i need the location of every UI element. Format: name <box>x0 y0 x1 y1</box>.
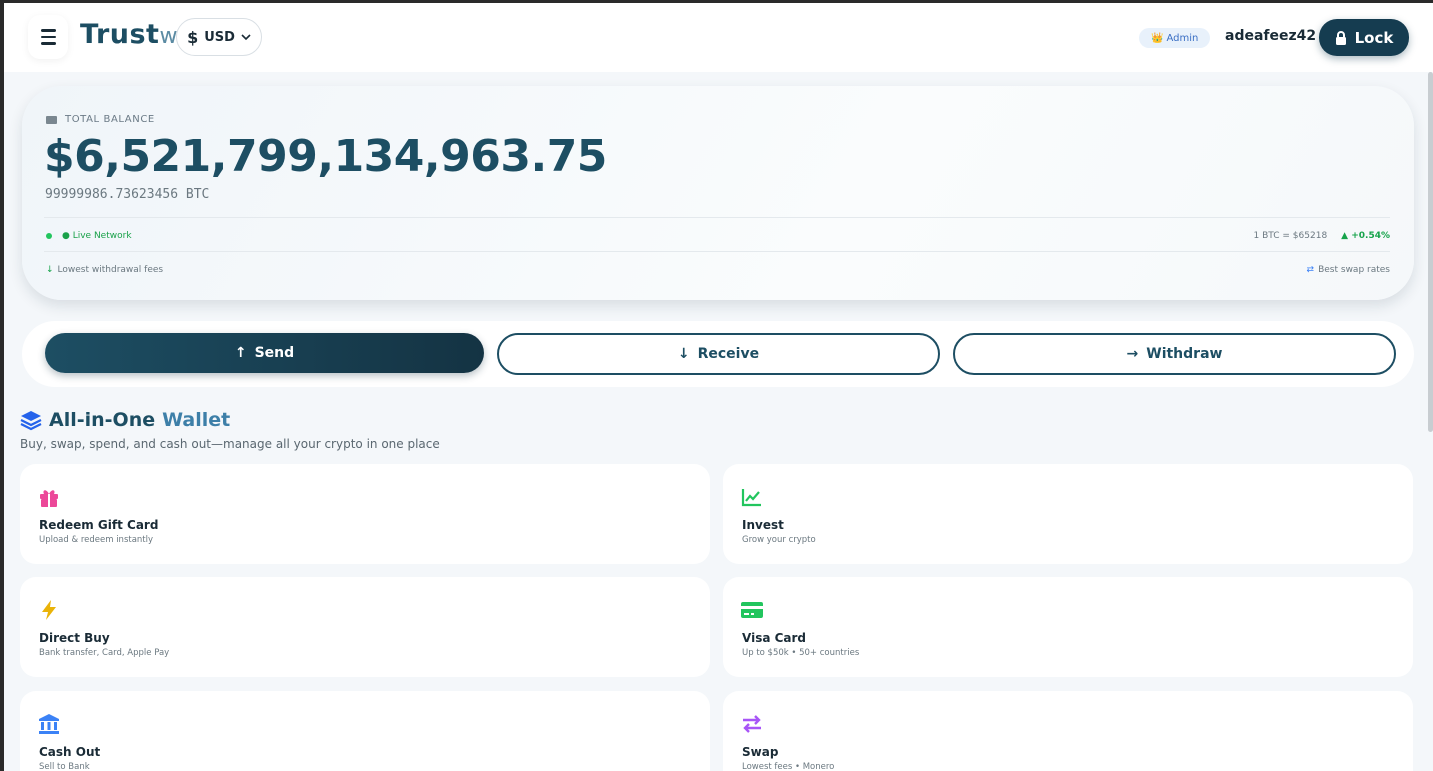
total-balance-label: TOTAL BALANCE <box>46 114 155 125</box>
username: adeafeez42 <box>1225 28 1317 44</box>
tile-description: Grow your crypto <box>742 535 816 545</box>
total-balance-amount: $6,521,799,134,963.75 <box>44 131 607 182</box>
gift-icon <box>40 490 58 507</box>
swap-rates-note: ⇄ Best swap rates <box>1306 265 1390 275</box>
tile-cash-out[interactable]: Cash Out Sell to Bank <box>20 691 710 771</box>
tile-title: Cash Out <box>39 745 101 759</box>
tile-title: Invest <box>742 518 784 532</box>
credit-card-icon <box>741 602 763 618</box>
arrow-up-icon: ↑ <box>234 345 247 361</box>
chevron-down-icon <box>241 33 251 40</box>
bolt-icon <box>42 600 56 620</box>
balance-card: TOTAL BALANCE $6,521,799,134,963.75 9999… <box>22 86 1414 300</box>
section-title: All-in-One Wallet <box>20 409 230 431</box>
tile-invest[interactable]: Invest Grow your crypto <box>723 464 1413 564</box>
currency-label: USD <box>204 29 235 45</box>
tile-title: Redeem Gift Card <box>39 518 159 532</box>
action-bar: ↑ Send ↓ Receive → Withdraw <box>22 321 1414 387</box>
btc-rate: 1 BTC = $65218 ▲ +0.54% <box>1253 231 1390 241</box>
menu-icon <box>40 29 56 32</box>
swap-icon: ⇄ <box>1306 265 1315 275</box>
tile-title: Direct Buy <box>39 631 110 645</box>
hamburger-menu-button[interactable] <box>28 15 68 59</box>
btc-balance: 99999986.73623456 BTC <box>45 187 210 202</box>
scrollbar[interactable] <box>1428 72 1433 432</box>
send-button[interactable]: ↑ Send <box>45 333 484 373</box>
bank-icon <box>39 714 59 734</box>
tile-description: Sell to Bank <box>39 762 90 771</box>
arrow-down-icon: ↓ <box>677 346 690 362</box>
tile-redeem-gift-card[interactable]: Redeem Gift Card Upload & redeem instant… <box>20 464 710 564</box>
tile-description: Up to $50k • 50+ countries <box>742 648 860 658</box>
withdraw-button[interactable]: → Withdraw <box>953 333 1396 375</box>
tile-description: Upload & redeem instantly <box>39 535 154 545</box>
wallet-icon <box>46 115 57 124</box>
tile-direct-buy[interactable]: Direct Buy Bank transfer, Card, Apple Pa… <box>20 577 710 677</box>
tile-description: Bank transfer, Card, Apple Pay <box>39 648 170 658</box>
receive-button[interactable]: ↓ Receive <box>497 333 940 375</box>
tile-swap[interactable]: Swap Lowest fees • Monero <box>723 691 1413 771</box>
chart-line-icon <box>741 489 761 507</box>
brand-logo[interactable]: Trustw <box>80 19 178 50</box>
swap-arrows-icon <box>743 715 761 733</box>
arrow-down-icon: ↓ <box>46 265 54 275</box>
admin-badge: 👑 Admin <box>1139 28 1211 48</box>
tile-visa-card[interactable]: Visa Card Up to $50k • 50+ countries <box>723 577 1413 677</box>
live-network-status: ● Live Network <box>46 231 132 241</box>
divider <box>44 251 1390 252</box>
crown-icon: 👑 <box>1151 32 1164 44</box>
top-bar: Trustw $ USD 👑 Admin adeafeez42 Lock <box>4 3 1433 72</box>
layers-icon <box>20 411 42 431</box>
tile-description: Lowest fees • Monero <box>742 762 835 771</box>
lock-icon <box>1335 30 1346 45</box>
divider <box>44 217 1390 218</box>
section-subtitle: Buy, swap, spend, and cash out—manage al… <box>20 437 440 451</box>
fees-note: ↓ Lowest withdrawal fees <box>46 265 164 275</box>
tile-title: Visa Card <box>742 631 807 645</box>
currency-selector[interactable]: $ USD <box>176 18 262 56</box>
status-dot-icon <box>46 233 52 239</box>
arrow-right-icon: → <box>1126 346 1139 362</box>
tile-title: Swap <box>742 745 779 759</box>
lock-button[interactable]: Lock <box>1319 19 1409 56</box>
rate-change: ▲ +0.54% <box>1341 231 1390 241</box>
dollar-icon: $ <box>187 27 199 47</box>
